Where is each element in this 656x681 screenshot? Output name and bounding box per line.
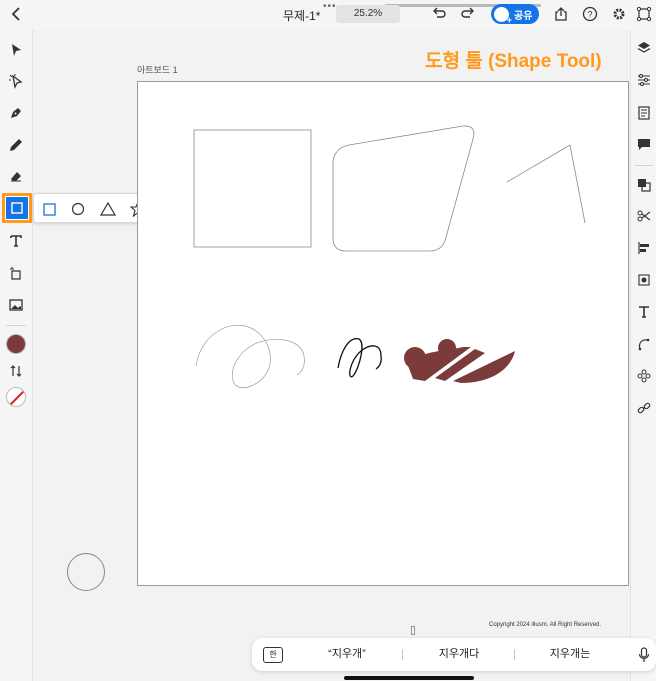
transform-icon[interactable] — [634, 270, 654, 290]
text-cursor-icon — [411, 626, 415, 635]
microphone-icon[interactable] — [637, 646, 651, 663]
illustrator-app: ••• 무제-1* 25.2% 공유 ? — [0, 0, 656, 681]
shape-tool-button[interactable] — [2, 193, 32, 223]
artboard-label[interactable]: 아트보드 1 — [137, 63, 178, 76]
copyright-text: Copyright 2024 illusm. All Right Reserve… — [489, 622, 602, 628]
drawn-brown-shapes — [404, 339, 515, 383]
scissors-icon[interactable] — [634, 206, 654, 226]
toolbar-divider — [6, 325, 26, 326]
left-toolbar — [0, 30, 33, 681]
triangle-shape-icon[interactable] — [98, 199, 118, 219]
suggestion-divider — [514, 649, 515, 660]
suggestion-1[interactable]: “지우개” — [297, 638, 397, 671]
drawn-black-scribble — [337, 338, 382, 378]
layers-icon[interactable] — [634, 38, 654, 58]
direct-select-tool-icon[interactable] — [4, 69, 28, 93]
svg-text:?: ? — [587, 10, 592, 20]
artwork — [193, 125, 586, 389]
suggestion-3[interactable]: 지우개는 — [520, 638, 620, 671]
share-button[interactable]: 공유 — [491, 4, 539, 25]
rectangle-icon — [6, 197, 28, 219]
top-bar: ••• 무제-1* 25.2% 공유 ? — [0, 0, 656, 30]
suggestion-2[interactable]: 지우개다 — [409, 638, 509, 671]
libraries-icon[interactable] — [634, 103, 654, 123]
undo-icon[interactable] — [429, 4, 449, 24]
more-dots-icon[interactable]: ••• — [323, 1, 337, 12]
touch-shortcut-button[interactable] — [67, 553, 105, 591]
drawn-rounded-shape — [332, 125, 475, 252]
rectangle-shape-icon[interactable] — [39, 199, 59, 219]
zoom-level[interactable]: 25.2% — [336, 5, 400, 23]
language-switch-key[interactable]: 한 — [263, 647, 283, 663]
fit-screen-icon[interactable] — [634, 4, 654, 24]
artboard[interactable] — [137, 81, 629, 586]
select-tool-icon[interactable] — [4, 38, 28, 62]
suggestion-divider — [402, 649, 403, 660]
comments-icon[interactable] — [634, 134, 654, 154]
toolbar-divider — [635, 165, 653, 166]
arrange-icon[interactable] — [634, 175, 654, 195]
link-icon[interactable] — [634, 398, 654, 418]
tutorial-headline: 도형 툴 (Shape Tool) — [425, 51, 602, 72]
drawn-angle-path — [506, 144, 586, 224]
back-icon[interactable] — [8, 5, 26, 23]
redo-icon[interactable] — [458, 4, 478, 24]
pen-tool-icon[interactable] — [4, 101, 28, 125]
align-icon[interactable] — [634, 238, 654, 258]
path-icon[interactable] — [634, 334, 654, 354]
keyboard-suggestion-bar: 한 “지우개” 지우개다 지우개는 — [252, 638, 656, 671]
type-tool-icon[interactable] — [4, 229, 28, 253]
document-title[interactable]: 무제-1* — [283, 7, 320, 24]
settings-icon[interactable] — [609, 4, 629, 24]
image-tool-icon[interactable] — [4, 293, 28, 317]
help-icon[interactable]: ? — [580, 4, 600, 24]
stroke-color-swatch[interactable] — [6, 387, 26, 407]
user-add-icon — [494, 6, 512, 25]
properties-icon[interactable] — [634, 70, 654, 90]
share-label: 공유 — [514, 10, 533, 22]
right-toolbar — [630, 30, 656, 681]
repeat-icon[interactable] — [634, 366, 654, 386]
export-icon[interactable] — [551, 4, 571, 24]
swap-colors-icon[interactable] — [4, 359, 28, 383]
place-tool-icon[interactable] — [4, 261, 28, 285]
drawn-thin-scribble — [195, 324, 305, 389]
ellipse-shape-icon[interactable] — [68, 199, 88, 219]
fill-color-swatch[interactable] — [6, 334, 26, 354]
drawn-rectangle — [193, 129, 312, 248]
type-settings-icon[interactable] — [634, 302, 654, 322]
eraser-tool-icon[interactable] — [4, 164, 28, 188]
pencil-tool-icon[interactable] — [4, 133, 28, 157]
home-indicator[interactable] — [344, 676, 474, 680]
